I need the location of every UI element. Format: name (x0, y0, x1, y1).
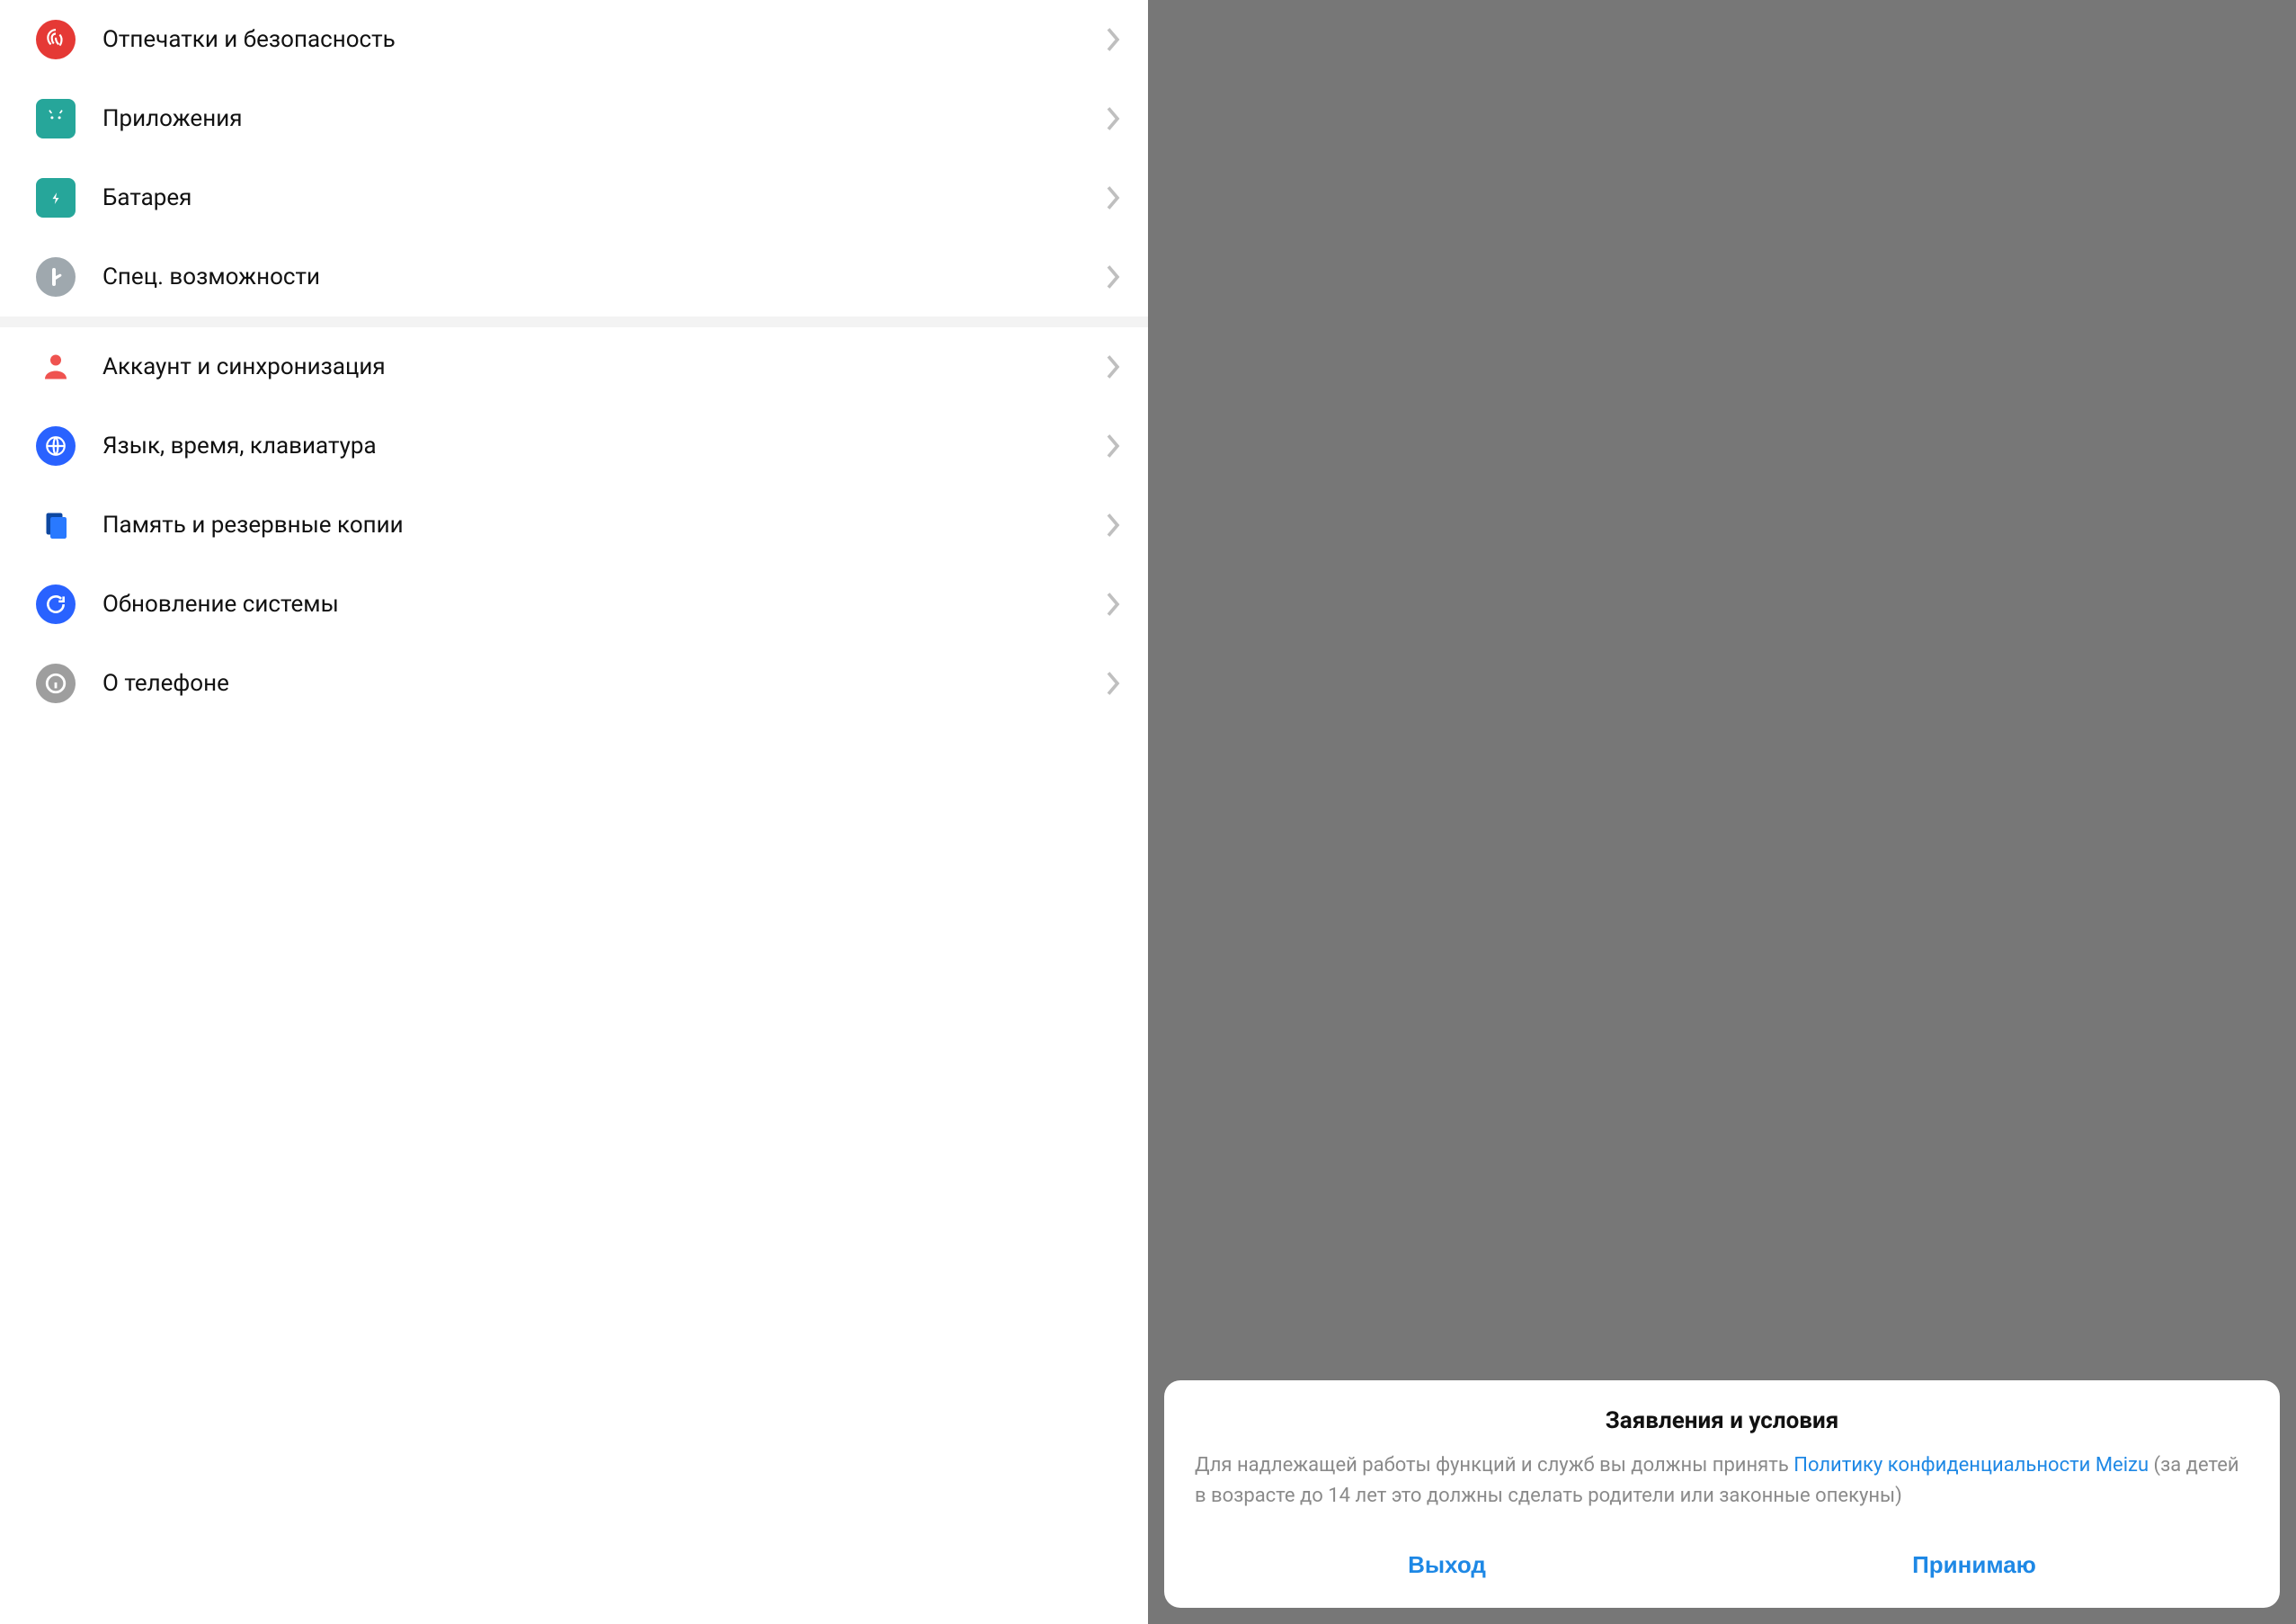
settings-item-about[interactable]: О телефоне (0, 644, 1148, 723)
globe-icon (36, 426, 76, 466)
section-divider (0, 317, 1148, 327)
storage-icon (36, 505, 76, 545)
terms-dialog: Заявления и условия Для надлежащей работ… (1164, 1380, 2280, 1608)
fingerprint-icon (36, 20, 76, 59)
settings-label-account: Аккаунт и синхронизация (102, 353, 1105, 380)
settings-label-storage: Память и резервные копии (102, 512, 1105, 539)
chevron-right-icon (1105, 512, 1121, 539)
info-icon (36, 664, 76, 703)
screenshot-root: Отпечатки и безопасность Приложения Бата… (0, 0, 2296, 1624)
settings-item-battery[interactable]: Батарея (0, 158, 1148, 237)
dialog-body: Для надлежащей работы функций и служб вы… (1195, 1450, 2249, 1512)
settings-item-accessibility[interactable]: Спец. возможности (0, 237, 1148, 317)
settings-label-language: Язык, время, клавиатура (102, 433, 1105, 460)
settings-label-battery: Батарея (102, 184, 1105, 211)
settings-item-update[interactable]: Обновление системы (0, 565, 1148, 644)
settings-item-storage[interactable]: Память и резервные копии (0, 486, 1148, 565)
android-icon (36, 99, 76, 138)
modal-backdrop: Заявления и условия Для надлежащей работ… (1148, 0, 2296, 1624)
hand-icon (36, 257, 76, 297)
chevron-right-icon (1105, 105, 1121, 132)
settings-list: Отпечатки и безопасность Приложения Бата… (0, 0, 1148, 1624)
settings-label-accessibility: Спец. возможности (102, 263, 1105, 290)
settings-item-language[interactable]: Язык, время, клавиатура (0, 406, 1148, 486)
accept-button[interactable]: Принимаю (1894, 1544, 2054, 1586)
settings-label-about: О телефоне (102, 670, 1105, 697)
exit-button[interactable]: Выход (1390, 1544, 1504, 1586)
settings-item-fingerprint[interactable]: Отпечатки и безопасность (0, 0, 1148, 79)
dialog-actions: Выход Принимаю (1195, 1533, 2249, 1602)
refresh-icon (36, 584, 76, 624)
settings-item-apps[interactable]: Приложения (0, 79, 1148, 158)
chevron-right-icon (1105, 670, 1121, 697)
dialog-text-pre: Для надлежащей работы функций и служб вы… (1195, 1454, 1793, 1477)
chevron-right-icon (1105, 433, 1121, 460)
settings-label-fingerprint: Отпечатки и безопасность (102, 26, 1105, 53)
settings-label-apps: Приложения (102, 105, 1105, 132)
privacy-policy-link[interactable]: Политику конфиденциальности Meizu (1793, 1454, 2149, 1477)
settings-label-update: Обновление системы (102, 591, 1105, 618)
chevron-right-icon (1105, 263, 1121, 290)
settings-item-account[interactable]: Аккаунт и синхронизация (0, 327, 1148, 406)
battery-icon (36, 178, 76, 218)
chevron-right-icon (1105, 26, 1121, 53)
chevron-right-icon (1105, 591, 1121, 618)
chevron-right-icon (1105, 353, 1121, 380)
dialog-title: Заявления и условия (1195, 1407, 2249, 1434)
chevron-right-icon (1105, 184, 1121, 211)
person-icon (36, 347, 76, 387)
